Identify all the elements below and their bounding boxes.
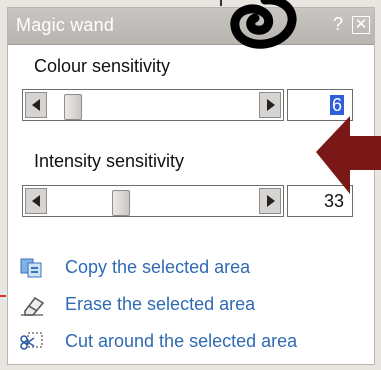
cut-around-selected-area-label: Cut around the selected area (65, 331, 298, 351)
erase-selected-area-action[interactable]: Erase the selected area (19, 292, 369, 320)
pointer-arrow-annotation (316, 116, 381, 194)
colour-slider-right-arrow[interactable] (259, 92, 281, 118)
close-button[interactable]: ✕ (352, 16, 370, 34)
red-edge-mark (0, 295, 6, 297)
colour-sensitivity-value: 6 (329, 95, 344, 115)
panel-title: Magic wand (16, 15, 115, 35)
eraser-icon (21, 297, 45, 316)
copy-selected-area-action[interactable]: Copy the selected area (19, 255, 369, 283)
cut-around-selected-area-action[interactable]: Cut around the selected area (19, 329, 369, 357)
intensity-slider-left-arrow[interactable] (25, 188, 47, 214)
swirl-annotation-mark (230, 0, 297, 49)
colour-sensitivity-label: Colour sensitivity (34, 56, 171, 76)
intensity-slider-right-arrow[interactable] (259, 188, 281, 214)
intensity-slider-track[interactable] (49, 188, 257, 216)
screenshot-stage: Magic wand ? ✕ Colour sensitivity 6 Inte… (0, 0, 381, 370)
help-button[interactable]: ? (329, 15, 347, 33)
intensity-sensitivity-label: Intensity sensitivity (34, 151, 185, 171)
copy-area-icon (20, 258, 42, 278)
erase-selected-area-label: Erase the selected area (65, 294, 256, 314)
copy-selected-area-label: Copy the selected area (65, 257, 251, 277)
scissors-select-icon (20, 332, 43, 350)
colour-slider-track[interactable] (49, 92, 257, 120)
colour-slider-left-arrow[interactable] (25, 92, 47, 118)
colour-sensitivity-slider[interactable] (22, 89, 284, 121)
intensity-sensitivity-slider[interactable] (22, 185, 284, 217)
panel-titlebar: Magic wand ? ✕ (8, 8, 374, 45)
colour-slider-thumb[interactable] (64, 94, 82, 120)
intensity-slider-thumb[interactable] (112, 190, 130, 216)
